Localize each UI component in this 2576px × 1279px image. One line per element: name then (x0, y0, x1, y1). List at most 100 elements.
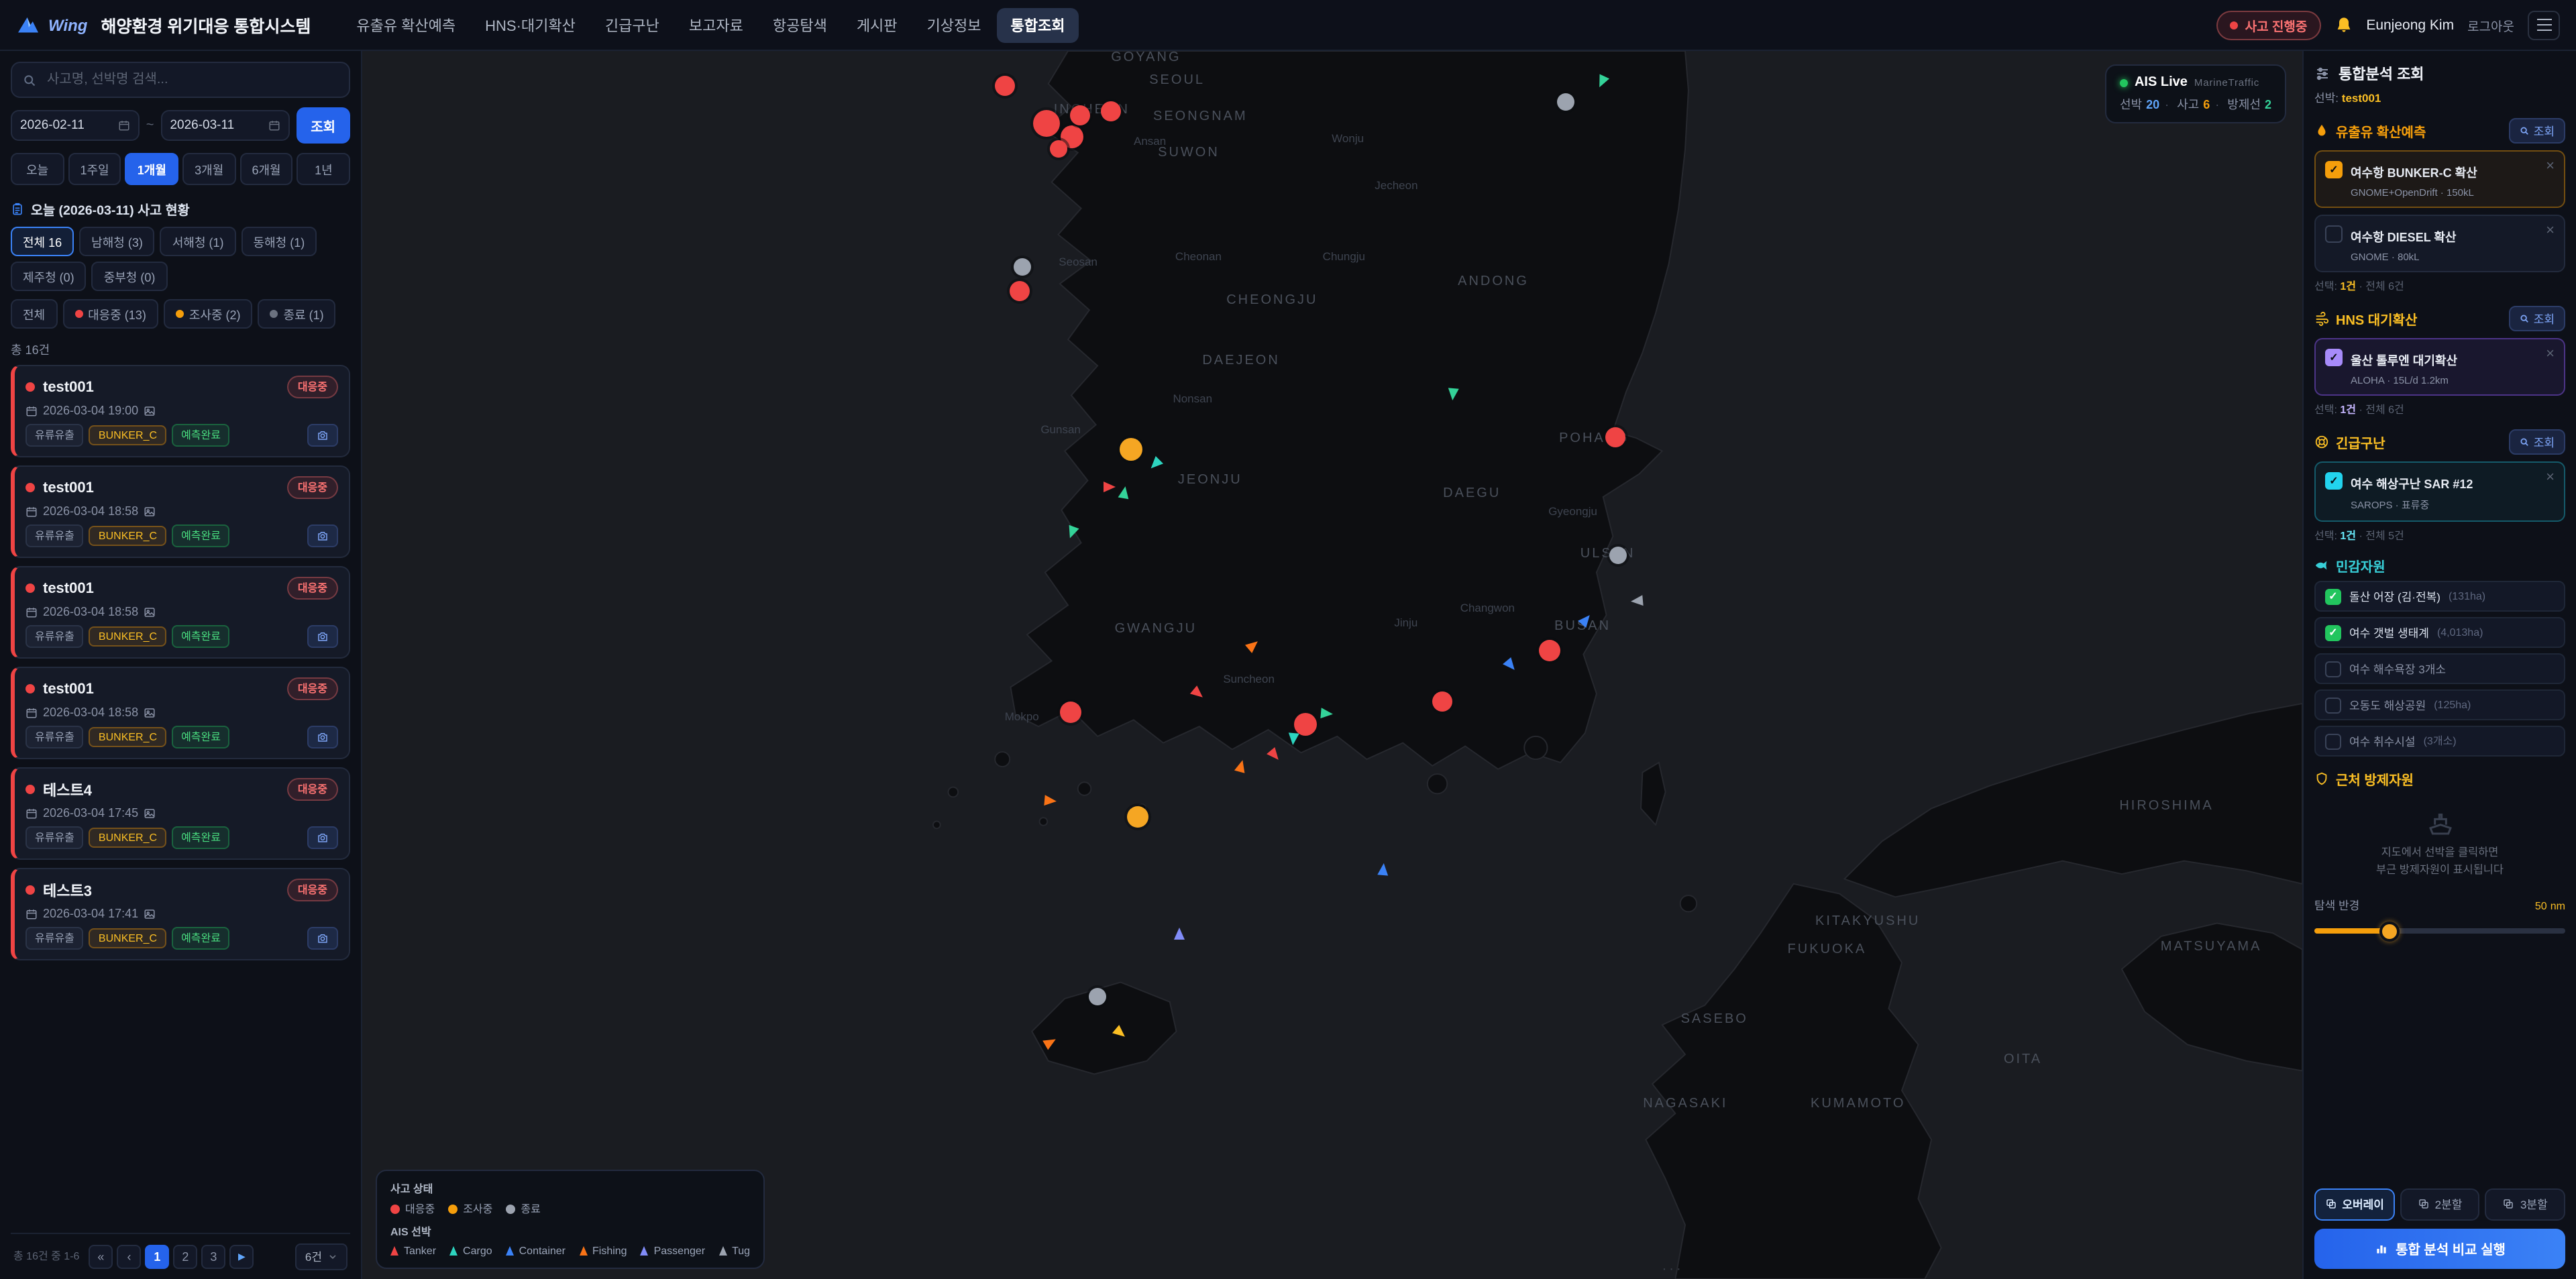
incident-marker[interactable] (1060, 702, 1081, 724)
region-filter-chip[interactable]: 제주청 (0) (11, 262, 87, 291)
incident-marker[interactable] (1070, 105, 1090, 125)
incident-card[interactable]: 테스트4 대응중 2026-03-04 17:45 유류유출 BUNKER_C … (11, 767, 350, 860)
app-logo[interactable]: Wing (16, 13, 87, 37)
map-canvas[interactable]: GOYANGSEOULINCHEONSEONGNAMSUWONAnsanWonj… (362, 51, 2302, 1279)
range-chip[interactable]: 6개월 (239, 153, 292, 185)
hns-scenario-item[interactable]: ✓ 울산 톨루엔 대기확산ALOHA · 15L/d 1.2km × (2314, 338, 2565, 396)
status-filter-chip[interactable]: 조사중 (2) (164, 299, 253, 329)
page-size-select[interactable]: 6건 (296, 1243, 347, 1270)
nav-item[interactable]: HNS·대기확산 (472, 7, 589, 42)
nav-item[interactable]: 항공탐색 (759, 7, 841, 42)
incident-marker[interactable] (1539, 640, 1560, 661)
media-view-button[interactable] (307, 625, 338, 648)
ship-marker[interactable] (1447, 388, 1459, 401)
media-view-button[interactable] (307, 524, 338, 547)
nav-item[interactable]: 게시판 (843, 7, 911, 42)
rescue-query-button[interactable]: 조회 (2510, 429, 2565, 455)
view-mode-button[interactable]: 3분할 (2485, 1188, 2565, 1220)
incident-marker[interactable] (1556, 94, 1574, 111)
ship-marker[interactable] (1174, 928, 1185, 940)
incident-marker[interactable] (1433, 691, 1453, 712)
ship-marker[interactable] (1287, 732, 1299, 745)
ship-marker[interactable] (1503, 657, 1519, 673)
prev-page-button[interactable]: ‹ (117, 1244, 141, 1268)
incident-marker[interactable] (1050, 140, 1067, 158)
incident-marker[interactable] (1013, 258, 1030, 276)
incident-marker[interactable] (1119, 437, 1142, 460)
first-page-button[interactable]: « (89, 1244, 113, 1268)
close-icon[interactable]: × (2546, 471, 2555, 512)
nav-item[interactable]: 유출유 확산예측 (343, 7, 469, 42)
ship-marker[interactable] (1320, 708, 1333, 720)
ship-marker[interactable] (1190, 685, 1206, 702)
media-view-button[interactable] (307, 424, 338, 447)
region-filter-chip[interactable]: 동해청 (1) (241, 227, 317, 256)
date-to-input[interactable]: 2026-03-11 (160, 110, 289, 141)
view-mode-button[interactable]: 2분할 (2400, 1188, 2479, 1220)
spill-scenario-item[interactable]: ✓ 여수항 BUNKER-C 확산GNOME+OpenDrift · 150kL… (2314, 150, 2565, 208)
checkbox[interactable] (2325, 661, 2341, 677)
radius-slider[interactable] (2314, 922, 2565, 938)
ship-marker[interactable] (1118, 485, 1131, 499)
date-query-button[interactable]: 조회 (296, 107, 350, 144)
ship-marker[interactable] (1065, 525, 1079, 540)
next-page-button[interactable]: ▶ (229, 1244, 254, 1268)
ship-marker[interactable] (1630, 596, 1643, 608)
notification-bell-icon[interactable] (2334, 15, 2353, 34)
region-filter-chip[interactable]: 중부청 (0) (92, 262, 168, 291)
date-from-input[interactable]: 2026-02-11 (11, 110, 140, 141)
status-filter-chip[interactable]: 전체 (11, 299, 57, 329)
media-view-button[interactable] (307, 927, 338, 950)
checkbox[interactable]: ✓ (2325, 624, 2341, 641)
incident-marker[interactable] (1128, 807, 1149, 828)
checkbox[interactable]: ✓ (2325, 349, 2343, 366)
incident-marker[interactable] (1089, 988, 1106, 1005)
checkbox[interactable] (2325, 225, 2343, 243)
spill-scenario-item[interactable]: 여수항 DIESEL 확산GNOME · 80kL × (2314, 215, 2565, 272)
checkbox[interactable] (2325, 733, 2341, 749)
status-filter-chip[interactable]: 대응중 (13) (62, 299, 158, 329)
run-analysis-button[interactable]: 통합 분석 비교 실행 (2314, 1228, 2565, 1268)
incident-marker[interactable] (1605, 428, 1625, 448)
incident-card[interactable]: test001 대응중 2026-03-04 19:00 유류유출 BUNKER… (11, 365, 350, 457)
sensitive-resource-item[interactable]: 오동도 해상공원 (125ha) (2314, 689, 2565, 720)
ship-marker[interactable] (1103, 482, 1115, 492)
page-number-button[interactable]: 3 (201, 1244, 225, 1268)
incident-card[interactable]: 테스트3 대응중 2026-03-04 17:41 유류유출 BUNKER_C … (11, 868, 350, 960)
incident-marker[interactable] (1010, 282, 1030, 302)
checkbox[interactable]: ✓ (2325, 472, 2343, 490)
incident-card[interactable]: test001 대응중 2026-03-04 18:58 유류유출 BUNKER… (11, 566, 350, 659)
incident-marker[interactable] (1101, 101, 1121, 121)
page-number-button[interactable]: 2 (173, 1244, 197, 1268)
media-view-button[interactable] (307, 726, 338, 748)
ais-live-panel[interactable]: AIS Live MarineTraffic 선박20 사고6 방제선2 (2105, 64, 2286, 123)
page-number-button[interactable]: 1 (145, 1244, 169, 1268)
range-chip[interactable]: 1개월 (125, 153, 178, 185)
incident-marker[interactable] (994, 75, 1014, 95)
media-view-button[interactable] (307, 826, 338, 849)
map-attribution[interactable]: ··· (1662, 1262, 1684, 1276)
range-chip[interactable]: 오늘 (11, 153, 64, 185)
range-chip[interactable]: 1주일 (68, 153, 121, 185)
ship-marker[interactable] (1578, 612, 1595, 628)
close-icon[interactable]: × (2546, 224, 2555, 263)
region-filter-chip[interactable]: 서해청 (1) (160, 227, 236, 256)
range-chip[interactable]: 3개월 (182, 153, 235, 185)
incident-marker[interactable] (1034, 110, 1061, 137)
ship-marker[interactable] (1113, 1025, 1129, 1042)
close-icon[interactable]: × (2546, 160, 2555, 199)
search-input[interactable] (44, 71, 338, 89)
incident-inprogress-badge[interactable]: 사고 진행중 (2217, 10, 2321, 40)
incident-card[interactable]: test001 대응중 2026-03-04 18:58 유류유출 BUNKER… (11, 667, 350, 759)
ship-marker[interactable] (1266, 748, 1282, 764)
range-chip[interactable]: 1년 (297, 153, 350, 185)
incident-search[interactable] (11, 62, 350, 98)
nav-item[interactable]: 기상정보 (914, 7, 995, 42)
hns-query-button[interactable]: 조회 (2510, 306, 2565, 331)
ship-marker[interactable] (1595, 74, 1609, 89)
status-filter-chip[interactable]: 종료 (1) (258, 299, 336, 329)
sensitive-resource-item[interactable]: 여수 해수욕장 3개소 (2314, 653, 2565, 684)
checkbox[interactable]: ✓ (2325, 161, 2343, 178)
incident-marker[interactable] (1294, 712, 1317, 735)
nav-item[interactable]: 보고자료 (676, 7, 757, 42)
